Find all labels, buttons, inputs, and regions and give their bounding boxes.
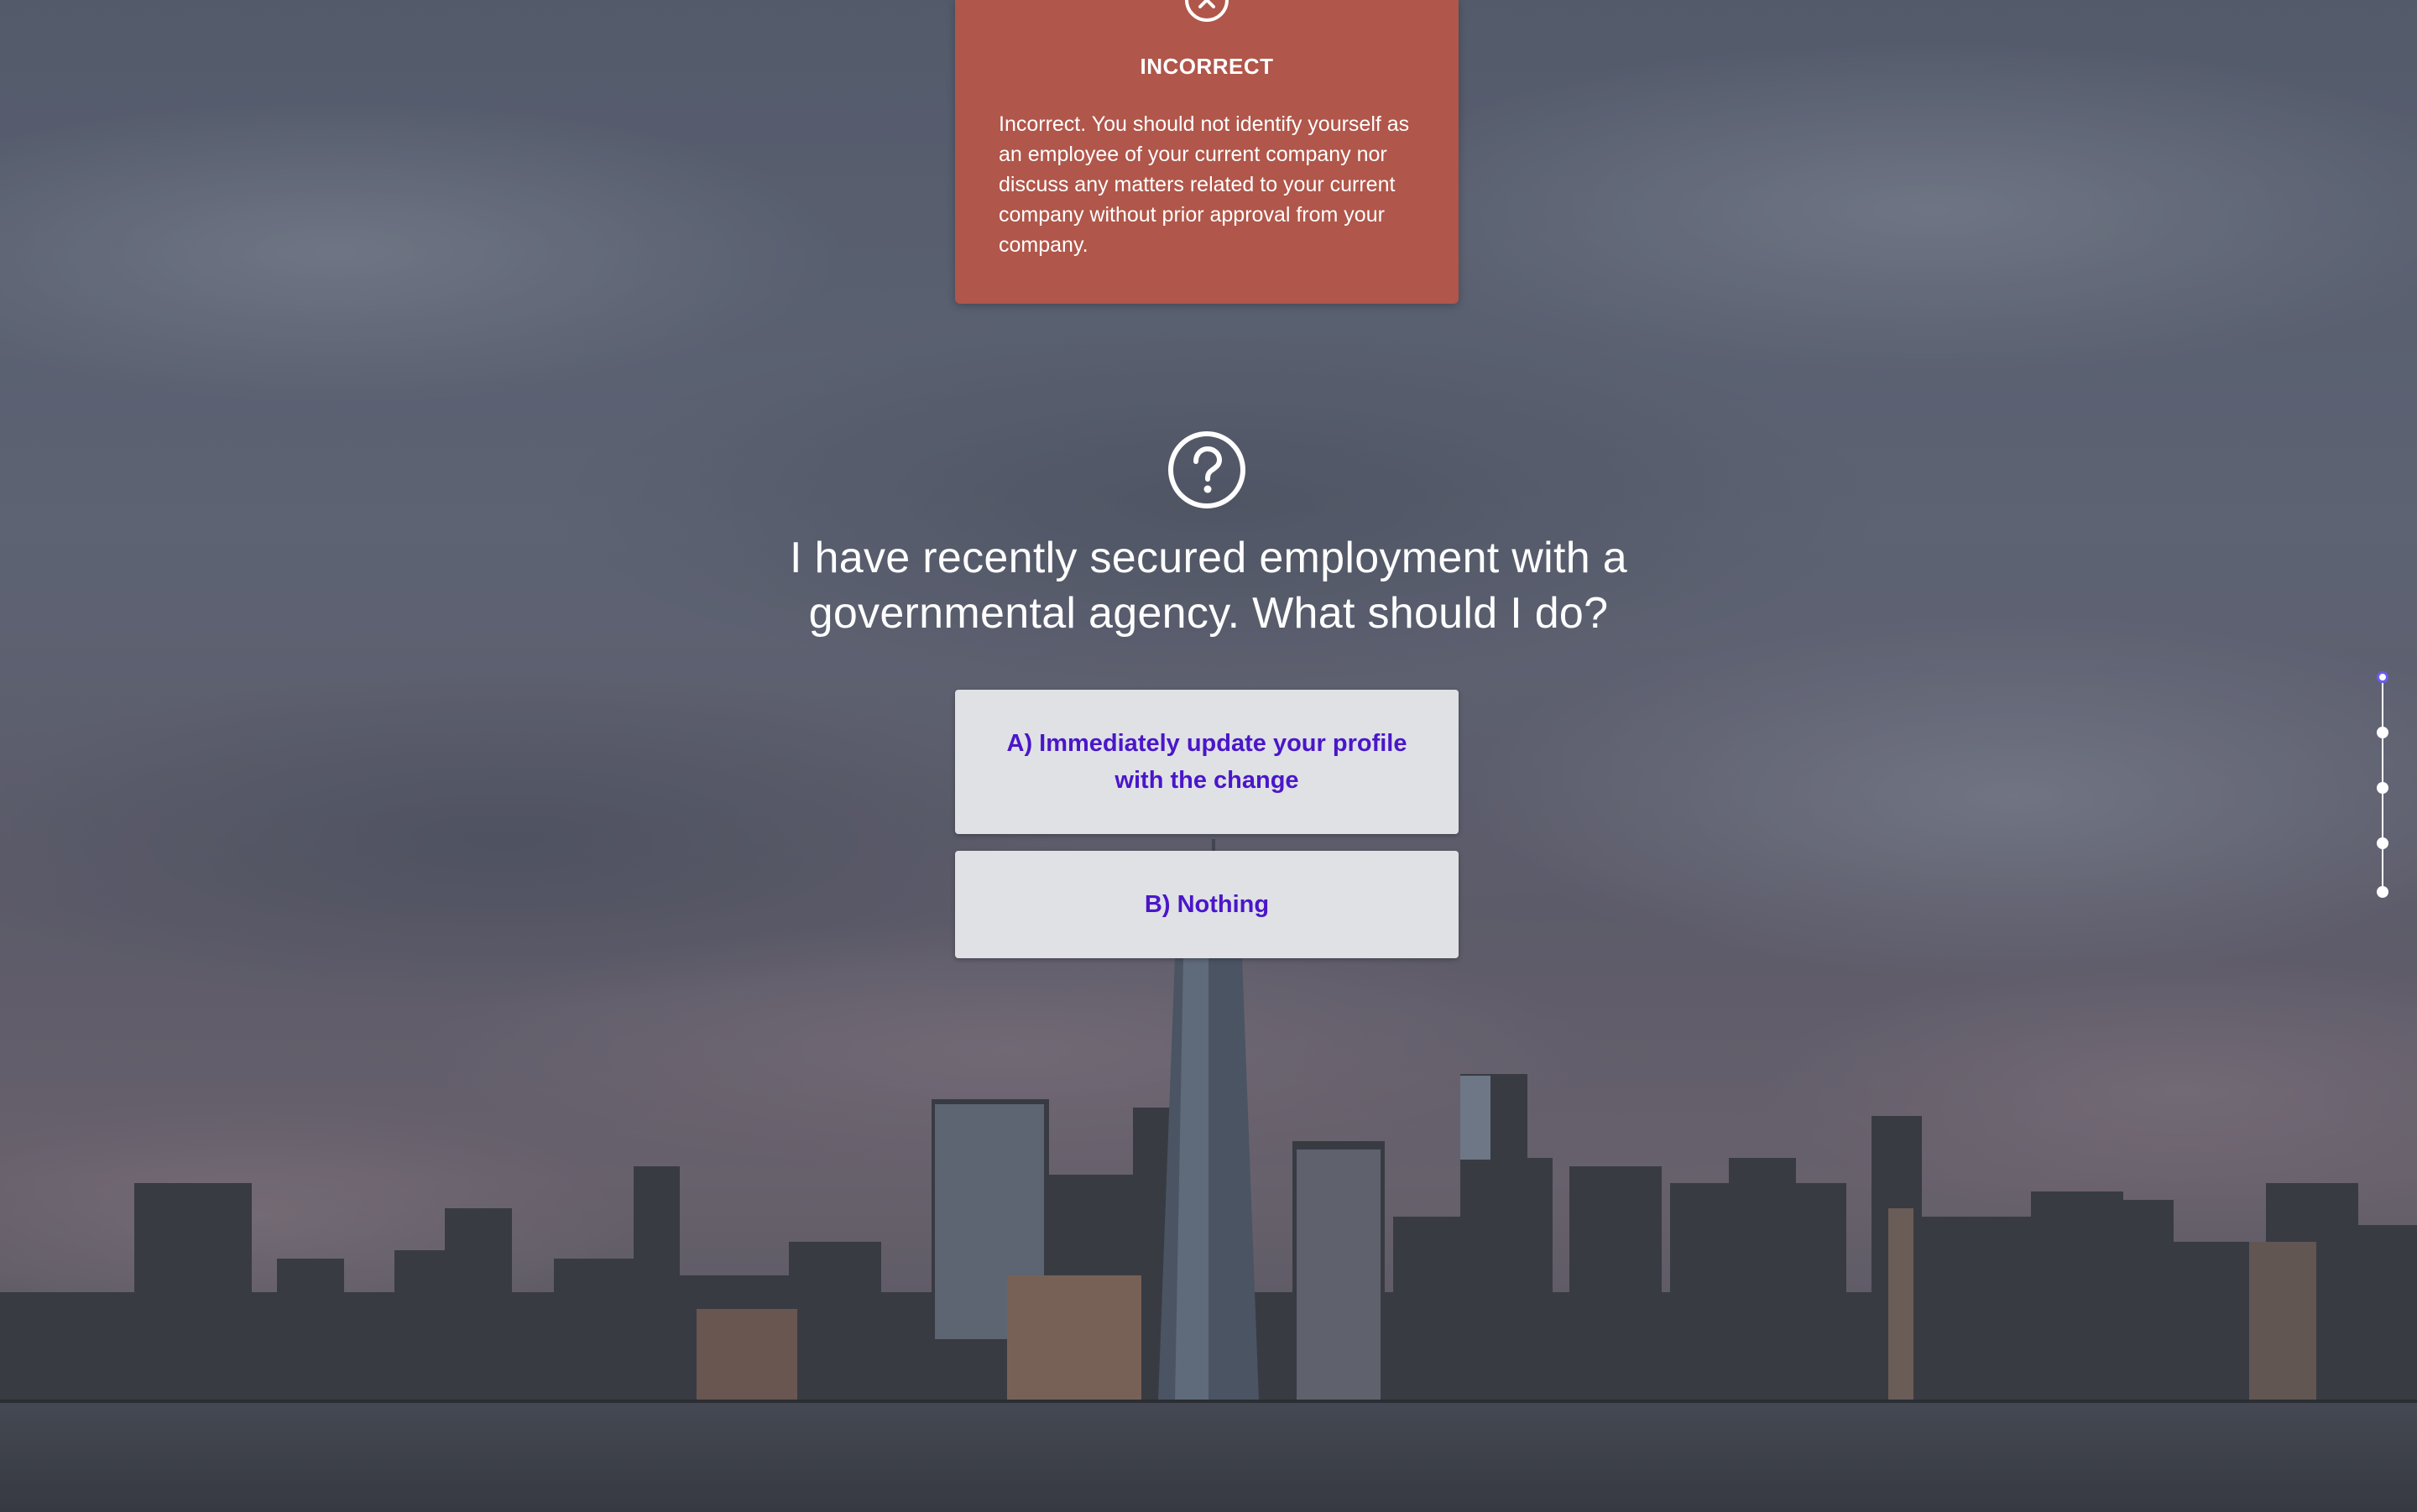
feedback-message: Incorrect. You should not identify yours… [999, 112, 1410, 257]
progress-dot-2[interactable] [2377, 727, 2388, 738]
answer-option-a-label: A) Immediately update your profile with … [1006, 730, 1407, 794]
answer-option-a[interactable]: A) Immediately update your profile with … [955, 690, 1459, 834]
progress-dot-1[interactable] [2377, 671, 2388, 683]
progress-navigation [2377, 671, 2388, 898]
close-circle-icon [1183, 0, 1230, 23]
question-circle-icon [1167, 430, 1247, 510]
progress-dot-5[interactable] [2377, 886, 2388, 898]
question-text: I have recently secured employment with … [790, 534, 1627, 638]
answer-option-b[interactable]: B) Nothing [955, 851, 1459, 958]
progress-dot-3[interactable] [2377, 782, 2388, 794]
feedback-card: INCORRECT Incorrect. You should not iden… [955, 0, 1459, 304]
feedback-title: INCORRECT [1140, 54, 1274, 79]
progress-dot-4[interactable] [2377, 837, 2388, 849]
answer-option-b-label: B) Nothing [1144, 891, 1270, 918]
